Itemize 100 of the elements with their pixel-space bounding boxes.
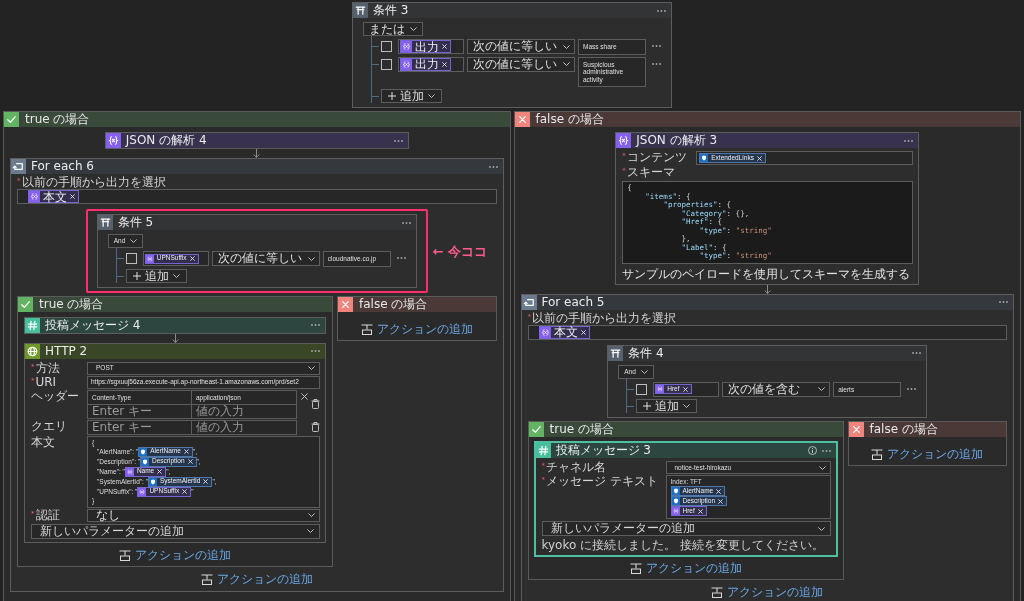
checkbox[interactable] bbox=[381, 41, 392, 52]
shield-icon bbox=[149, 477, 157, 486]
chevron-down-icon bbox=[817, 526, 825, 531]
sample-payload-link[interactable]: サンプルのペイロードを使用してスキーマを生成する bbox=[622, 266, 911, 281]
dropdown-field[interactable]: 新しいパラメーターの追加 bbox=[541, 521, 831, 536]
shield-icon bbox=[671, 487, 680, 495]
branch-title: true の場合 bbox=[39, 296, 104, 312]
insert-step-icon bbox=[711, 587, 724, 598]
content-token[interactable]: 本文 bbox=[538, 325, 590, 339]
checkbox[interactable] bbox=[636, 383, 648, 395]
card-title: HTTP 2 bbox=[45, 343, 88, 359]
remove-icon[interactable] bbox=[697, 508, 703, 514]
add-button[interactable]: 追加 bbox=[636, 399, 698, 413]
operator-dropdown[interactable]: または bbox=[363, 22, 423, 36]
comparison-dropdown[interactable]: 次の値に等しい bbox=[467, 39, 575, 54]
more-icon[interactable] bbox=[657, 9, 666, 12]
value-field[interactable]: 値の入力 bbox=[192, 404, 296, 418]
source-field[interactable]: 本文 bbox=[527, 324, 1007, 340]
remove-icon[interactable] bbox=[183, 449, 189, 454]
info-icon[interactable] bbox=[807, 446, 817, 455]
gate-icon bbox=[353, 3, 368, 18]
braces-icon bbox=[29, 191, 40, 202]
card-header[interactable]: 条件 5 bbox=[97, 215, 416, 230]
remove-icon[interactable] bbox=[189, 256, 195, 261]
field-label: $^{*}$URI bbox=[31, 375, 57, 389]
more-icon[interactable] bbox=[907, 387, 917, 390]
remove-icon[interactable] bbox=[70, 194, 75, 199]
card-header[interactable]: 条件 4 bbox=[608, 345, 927, 361]
card-header[interactable]: JSON の解析 4 bbox=[105, 133, 408, 148]
card-header[interactable]: For each 6 bbox=[11, 159, 503, 174]
remove-icon[interactable] bbox=[187, 459, 193, 464]
add-action-button[interactable]: アクションの追加 bbox=[629, 562, 742, 575]
braces-icon bbox=[401, 58, 412, 70]
loop-icon bbox=[521, 294, 537, 310]
more-icon[interactable] bbox=[904, 139, 914, 142]
remove-icon[interactable] bbox=[442, 44, 447, 49]
branch-title: false の場合 bbox=[869, 422, 938, 437]
card-header[interactable]: For each 5 bbox=[521, 294, 1013, 310]
insert-step-icon bbox=[871, 449, 884, 460]
card-header[interactable]: JSON の解析 3 bbox=[616, 133, 919, 148]
comparison-dropdown[interactable]: 次の値に等しい bbox=[211, 251, 320, 266]
field-label: $^{*}$方法 bbox=[31, 361, 60, 375]
card-header[interactable]: 投稿メッセージ 4 bbox=[25, 317, 325, 333]
shield-icon bbox=[671, 497, 680, 505]
chevron-down-icon bbox=[307, 256, 315, 261]
dropdown-field[interactable]: 新しいパラメーターの追加 bbox=[31, 523, 320, 539]
connection-note: kyoko に接続しました。 接続を変更してください。 bbox=[541, 538, 824, 552]
add-action-button[interactable]: アクションの追加 bbox=[711, 586, 824, 599]
comparison-dropdown[interactable]: 次の値を含む bbox=[722, 381, 831, 397]
remove-icon[interactable] bbox=[203, 479, 209, 484]
card-title: 条件 5 bbox=[117, 215, 154, 230]
remove-icon[interactable] bbox=[442, 61, 447, 67]
trash-icon[interactable] bbox=[311, 422, 320, 432]
trash-icon[interactable] bbox=[311, 399, 320, 409]
checkbox[interactable] bbox=[381, 58, 392, 70]
token-field[interactable]: 出力 bbox=[398, 56, 464, 72]
annotation-text: ← 今ココ bbox=[432, 243, 488, 259]
add-button[interactable]: 追加 bbox=[381, 89, 442, 103]
value-field[interactable]: 値の入力 bbox=[192, 420, 296, 434]
branch-title: true の場合 bbox=[549, 422, 614, 437]
field-label: $^{*}$コンテンツ bbox=[622, 151, 687, 164]
field-label: 本文 bbox=[31, 435, 55, 449]
add-action-button[interactable]: アクションの追加 bbox=[119, 548, 231, 562]
more-icon[interactable] bbox=[652, 62, 661, 65]
remove-icon[interactable] bbox=[756, 155, 762, 161]
more-icon[interactable] bbox=[488, 165, 498, 168]
close-icon[interactable] bbox=[300, 393, 308, 401]
branch-title: true の場合 bbox=[25, 112, 90, 127]
add-button[interactable]: 追加 bbox=[125, 268, 187, 283]
content-token[interactable]: 本文 bbox=[28, 190, 79, 203]
more-icon[interactable] bbox=[401, 221, 411, 224]
add-action-button[interactable]: アクションの追加 bbox=[200, 572, 313, 586]
card-header[interactable]: 投稿メッセージ 3 bbox=[535, 443, 836, 458]
add-action-button[interactable]: アクションの追加 bbox=[871, 448, 984, 461]
connector-arrow bbox=[253, 149, 261, 158]
braces-icon bbox=[145, 254, 154, 263]
add-action-button[interactable]: アクションの追加 bbox=[360, 322, 473, 336]
remove-icon[interactable] bbox=[182, 489, 188, 494]
checkbox[interactable] bbox=[125, 253, 137, 264]
remove-icon[interactable] bbox=[718, 498, 723, 504]
content-token[interactable]: 出力 bbox=[400, 57, 451, 71]
more-icon[interactable] bbox=[821, 449, 831, 452]
field-label: $^{*}$認証 bbox=[31, 508, 60, 522]
key-field[interactable]: Enter キー bbox=[88, 404, 192, 418]
card-title: 条件 4 bbox=[628, 345, 664, 361]
content-token[interactable]: 出力 bbox=[400, 40, 451, 53]
comparison-dropdown[interactable]: 次の値に等しい bbox=[467, 56, 575, 72]
card-header[interactable]: HTTP 2 bbox=[25, 343, 325, 359]
remove-icon[interactable] bbox=[716, 488, 722, 494]
braces-icon bbox=[401, 41, 412, 52]
source-field[interactable]: 本文 bbox=[17, 189, 497, 204]
remove-icon[interactable] bbox=[580, 329, 586, 335]
dropdown-field[interactable]: なし bbox=[87, 508, 320, 522]
key-field[interactable]: Enter キー bbox=[88, 420, 192, 434]
token-field[interactable]: 出力 bbox=[398, 39, 464, 54]
chevron-down-icon bbox=[307, 529, 314, 533]
more-icon[interactable] bbox=[393, 139, 403, 142]
remove-icon[interactable] bbox=[157, 469, 163, 474]
remove-icon[interactable] bbox=[682, 386, 688, 392]
card-header[interactable]: 条件 3 bbox=[353, 3, 671, 18]
